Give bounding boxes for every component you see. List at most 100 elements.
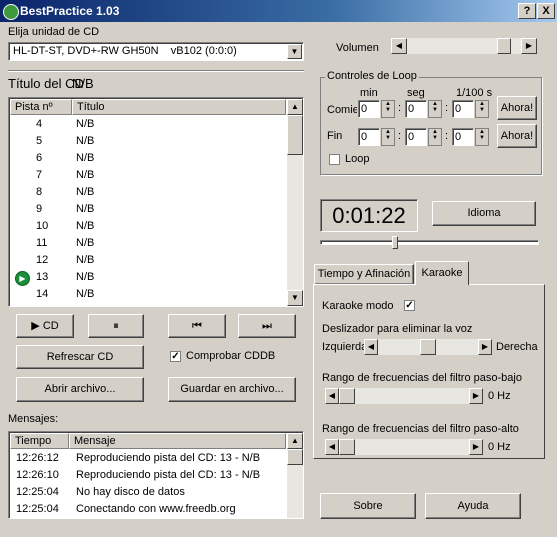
seg-header: seg (407, 87, 425, 99)
track-row[interactable]: ▶ 13 N/B (10, 269, 286, 286)
scroll-thumb[interactable] (287, 115, 303, 155)
volume-slider[interactable]: ◀ ▶ (391, 38, 537, 54)
track-row[interactable]: 9 N/B (10, 201, 286, 218)
track-title: N/B (76, 169, 95, 181)
open-file-button[interactable]: Abrir archivo... (16, 377, 144, 402)
track-row[interactable]: 8 N/B (10, 184, 286, 201)
track-row[interactable]: 11 N/B (10, 235, 286, 252)
chevron-left-icon[interactable]: ◀ (364, 339, 378, 355)
about-button[interactable]: Sobre (320, 493, 416, 519)
message-row[interactable]: 12:26:10 Reproduciendo pista del CD: 13 -… (10, 467, 286, 484)
separator-colon: : (398, 102, 402, 114)
track-row[interactable]: 12 N/B (10, 252, 286, 269)
message-time: 12:26:12 (16, 452, 59, 464)
col-header-time[interactable]: Tiempo (10, 433, 69, 449)
loop-end-cent-input[interactable]: 0 (452, 128, 474, 146)
loop-end-cent-spinner[interactable]: ▲ ▼ (475, 128, 489, 146)
close-title-button[interactable]: X (537, 3, 555, 19)
loop-start-min-spinner[interactable]: ▲ ▼ (381, 100, 395, 118)
track-row[interactable]: 6 N/B (10, 150, 286, 167)
message-text: Reproduciendo pista del CD: 13 - N/B (76, 469, 261, 481)
chevron-left-icon[interactable]: ◀ (391, 38, 407, 54)
scroll-down-icon[interactable]: ▼ (287, 290, 303, 306)
message-row[interactable]: 12:25:04 Conectando con www.freedb.org (10, 501, 286, 518)
pause-button[interactable]: ⏸ (88, 314, 144, 338)
refresh-cd-button[interactable]: Refrescar CD (16, 345, 144, 369)
loop-end-seg-spinner[interactable]: ▲ ▼ (428, 128, 442, 146)
loop-end-label: Fin (327, 130, 343, 142)
tab-karaoke[interactable]: Karaoke (415, 261, 469, 285)
cent-header: 1/100 s (456, 87, 493, 99)
save-file-button[interactable]: Guardar en archivo... (168, 377, 296, 402)
loop-end-seg-input[interactable]: 0 (405, 128, 427, 146)
messages-scrollbar[interactable]: ▲ (287, 433, 303, 518)
app-icon (3, 4, 19, 20)
track-row[interactable]: 7 N/B (10, 167, 286, 184)
chevron-right-icon[interactable]: ▶ (521, 38, 537, 54)
message-row[interactable]: 12:25:04 No hay disco de datos (10, 484, 286, 501)
loop-start-now-button[interactable]: Ahora! (497, 96, 537, 120)
play-cd-button[interactable]: ▶ CD (16, 314, 74, 338)
chevron-down-icon[interactable]: ▼ (287, 44, 302, 59)
position-thumb[interactable] (392, 236, 399, 249)
separator-colon: : (445, 102, 449, 114)
loop-checkbox[interactable] (329, 154, 340, 165)
track-list[interactable]: Pista nº Título 4 N/B 5 N/B 6 N/B 7 N/B 8 N/B 9 N/B… (8, 97, 304, 307)
track-row[interactable]: 4 N/B (10, 116, 286, 133)
col-header-track[interactable]: Pista nº (10, 99, 72, 115)
loop-start-seg-spinner[interactable]: ▲ ▼ (428, 100, 442, 118)
track-row[interactable]: 5 N/B (10, 133, 286, 150)
lowpass-thumb[interactable] (339, 388, 355, 404)
track-row[interactable]: 10 N/B (10, 218, 286, 235)
karaoke-mode-label: Karaoke modo (322, 300, 394, 312)
volume-thumb[interactable] (497, 38, 511, 54)
scroll-thumb[interactable] (287, 449, 303, 465)
highpass-slider[interactable]: ◀ ▶ (325, 439, 483, 455)
loop-end-now-button[interactable]: Ahora! (497, 124, 537, 148)
loop-start-label: Comienzo (327, 104, 357, 116)
scroll-up-icon[interactable]: ▲ (287, 99, 303, 115)
loop-start-min-input[interactable]: 0 (358, 100, 380, 118)
loop-start-seg-input[interactable]: 0 (405, 100, 427, 118)
previous-track-button[interactable]: ⏮ (168, 314, 226, 338)
next-track-button[interactable]: ⏭ (238, 314, 296, 338)
voice-thumb[interactable] (420, 339, 436, 355)
voice-right-label: Derecha (496, 341, 538, 353)
track-number: 6 (36, 152, 43, 164)
chevron-left-icon[interactable]: ◀ (325, 388, 339, 404)
loop-controls-legend: Controles de Loop (325, 70, 419, 82)
check-cddb-checkbox[interactable]: ✓ (170, 351, 181, 362)
tab-tiempo-afinacion[interactable]: Tiempo y Afinación (314, 264, 414, 284)
loop-end-min-spinner[interactable]: ▲ ▼ (381, 128, 395, 146)
karaoke-mode-checkbox[interactable]: ✓ (404, 300, 415, 311)
loop-label: Loop (345, 153, 370, 165)
scroll-up-icon[interactable]: ▲ (287, 433, 303, 449)
messages-list[interactable]: Tiempo Mensaje 12:26:12 Reproduciendo pis… (8, 431, 304, 519)
loop-end-min-input[interactable]: 0 (358, 128, 380, 146)
highpass-thumb[interactable] (339, 439, 355, 455)
language-button[interactable]: Idioma (432, 201, 536, 226)
chevron-right-icon[interactable]: ▶ (469, 388, 483, 404)
loop-start-cent-input[interactable]: 0 (452, 100, 474, 118)
help-title-button[interactable]: ? (518, 3, 536, 19)
voice-left-label: Izquierda (322, 341, 368, 353)
track-row[interactable]: 14 N/B (10, 286, 286, 303)
position-track[interactable] (320, 240, 539, 245)
lowpass-slider[interactable]: ◀ ▶ (325, 388, 483, 404)
loop-start-cent-spinner[interactable]: ▲ ▼ (475, 100, 489, 118)
track-number: 12 (36, 254, 49, 266)
window-title: BestPractice 1.03 (20, 4, 120, 18)
track-scrollbar[interactable]: ▲ ▼ (287, 99, 303, 306)
message-text: No hay disco de datos (76, 486, 185, 498)
chevron-right-icon[interactable]: ▶ (469, 439, 483, 455)
chevron-right-icon[interactable]: ▶ (478, 339, 492, 355)
col-header-message[interactable]: Mensaje (69, 433, 286, 449)
cd-drive-select[interactable]: HL-DT-ST, DVD+-RW GH50N vB102 (0:0:0) ▼ (8, 42, 304, 61)
track-title: N/B (76, 237, 95, 249)
voice-slider[interactable]: ◀ ▶ (364, 339, 492, 355)
chevron-left-icon[interactable]: ◀ (325, 439, 339, 455)
help-button[interactable]: Ayuda (425, 493, 521, 519)
message-row[interactable]: 12:26:12 Reproduciendo pista del CD: 13 -… (10, 450, 286, 467)
highpass-value: 0 Hz (488, 441, 511, 453)
col-header-title[interactable]: Título (72, 99, 286, 115)
